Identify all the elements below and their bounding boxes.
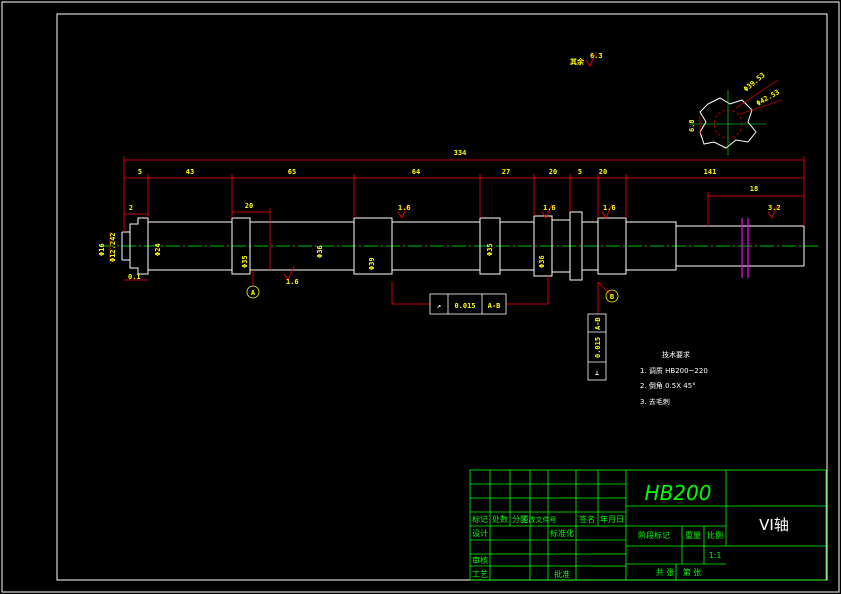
dim-top: 64 (412, 168, 420, 176)
datum-a-label: A (251, 289, 256, 297)
left-dim: 0.1 (128, 273, 141, 281)
tb-std: 标准化 (550, 528, 574, 538)
note-item: 2. 倒角 0.5X 45° (640, 381, 696, 390)
spline-section (690, 79, 783, 156)
tb-header: 签名 (579, 514, 595, 524)
tb-row-label: 审核 (472, 555, 488, 565)
dim-top: 141 (704, 168, 717, 176)
runout-datum: A-B (488, 302, 501, 310)
diameter-label: Φ35 (486, 243, 494, 256)
dim-top: 5 (578, 168, 582, 176)
tb-stage: 阶段标记 (638, 530, 670, 540)
perp-value: 0.015 (594, 337, 602, 358)
note-item: 3. 去毛刺 (640, 397, 670, 406)
note-item: 1. 调质 HB200~220 (640, 366, 708, 375)
tb-header: 更改文件号 (522, 515, 557, 524)
dimension-lines (109, 156, 805, 314)
key-slot (741, 218, 749, 278)
inner-border (56, 13, 828, 581)
part-name: VI轴 (759, 516, 789, 534)
cad-drawing: 334 5 43 65 64 27 20 5 20 141 18 2 20 Φ1… (1, 1, 840, 593)
dim-top: 43 (186, 168, 194, 176)
spline-label: 6.8 (688, 119, 696, 132)
dim-top: 65 (288, 168, 296, 176)
diameter-label: Φ24 (154, 243, 162, 256)
diameter-label: Φ39 (368, 257, 376, 270)
roughness-value: 1.6 (543, 204, 556, 212)
tb-approve: 批准 (554, 569, 570, 579)
diameter-label: Φ35 (241, 255, 249, 268)
dim-lower: 20 (245, 202, 253, 210)
tb-scale-value: 1:1 (709, 551, 722, 560)
tb-row-label: 工艺 (472, 570, 488, 579)
material-label: HB200 (645, 481, 712, 505)
roughness-value: 1.6 (398, 204, 411, 212)
roughness-other-label: 其余 (570, 57, 585, 66)
tb-header: 处数 (492, 514, 508, 524)
notes-title: 技术要求 (662, 350, 690, 359)
dim-top: 5 (138, 168, 142, 176)
dim-top: 27 (502, 168, 510, 176)
diameter-label: Φ12.242 (109, 232, 117, 262)
perp-symbol: ⊥ (595, 369, 599, 377)
tb-header: 年月日 (600, 514, 624, 524)
roughness-value: 3.2 (768, 204, 781, 212)
tb-row-label: 设计 (472, 528, 488, 538)
tb-scale: 比例 (707, 530, 723, 540)
roughness-value: 1.6 (286, 278, 299, 286)
diameter-label: Φ36 (538, 255, 546, 268)
tb-sheet: 第 张 (683, 567, 702, 577)
runout-value: 0.015 (454, 302, 475, 310)
diameter-label: Φ36 (316, 245, 324, 258)
tb-sheets: 共 张 (656, 568, 675, 577)
overall-length: 334 (454, 149, 467, 157)
dim-top: 18 (750, 185, 758, 193)
dim-lower: 2 (129, 204, 133, 212)
datum-b-label: B (610, 293, 614, 301)
roughness-value: 6.3 (590, 52, 603, 60)
tb-weight: 重量 (685, 530, 701, 540)
dim-top: 20 (599, 168, 607, 176)
perp-datum: A-B (594, 317, 602, 330)
runout-symbol: ↗ (437, 302, 441, 310)
left-dim: Φ16 (98, 243, 106, 256)
roughness-value: 1.6 (603, 204, 616, 212)
outer-border (1, 1, 840, 593)
dim-top: 20 (549, 168, 557, 176)
tb-header: 标记 (472, 514, 488, 524)
